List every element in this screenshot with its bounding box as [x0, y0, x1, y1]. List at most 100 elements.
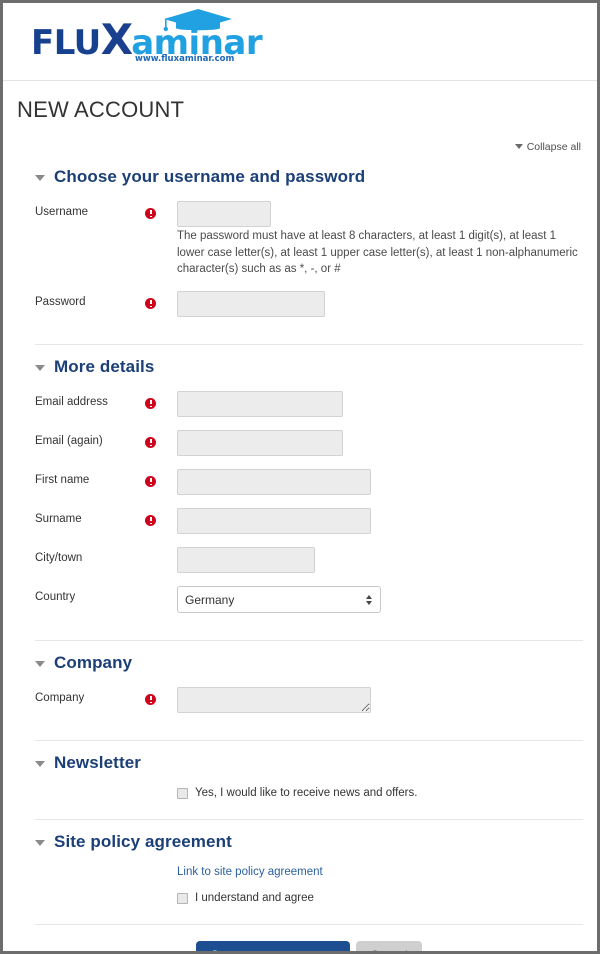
- email-required-marker: [145, 391, 177, 413]
- section-newsletter-title: Newsletter: [54, 753, 141, 773]
- field-row-email: Email address: [35, 391, 583, 418]
- newsletter-checkbox-label[interactable]: Yes, I would like to receive news and of…: [195, 787, 417, 799]
- email-again-required-marker: [145, 430, 177, 452]
- section-site-policy-title: Site policy agreement: [54, 832, 232, 852]
- logo-text-flu: FLU: [31, 23, 101, 63]
- section-more-details-title: More details: [54, 357, 155, 377]
- graduation-cap-icon: [163, 9, 232, 32]
- site-policy-checkbox-label[interactable]: I understand and agree: [195, 892, 314, 904]
- password-label: Password: [35, 296, 86, 309]
- required-icon: [145, 398, 156, 410]
- section-credentials-title: Choose your username and password: [54, 167, 366, 186]
- country-label: Country: [35, 591, 76, 604]
- username-input[interactable]: [177, 201, 271, 227]
- email-again-label: Email (again): [35, 435, 103, 448]
- company-control: [177, 687, 583, 714]
- site-policy-checkbox[interactable]: [177, 892, 188, 904]
- section-credentials: Choose your username and password Userna…: [35, 155, 583, 344]
- section-site-policy-header[interactable]: Site policy agreement: [35, 820, 583, 856]
- browser-page: FLUXaminar www.fluxaminar.com NEW ACCOUN…: [0, 0, 600, 954]
- collapse-all-label: Collapse all: [526, 141, 581, 153]
- section-credentials-header[interactable]: Choose your username and password: [35, 155, 583, 191]
- section-company-body: Company: [35, 677, 583, 740]
- email-label: Email address: [35, 396, 108, 409]
- section-newsletter: Newsletter Yes, I would like to receive …: [35, 740, 583, 819]
- collapse-all-link[interactable]: Collapse all: [514, 141, 581, 153]
- section-newsletter-header[interactable]: Newsletter: [35, 741, 583, 777]
- first-name-label: First name: [35, 474, 90, 487]
- country-select[interactable]: Germany: [177, 586, 381, 614]
- site-logo[interactable]: FLUXaminar www.fluxaminar.com: [31, 9, 263, 71]
- username-control: The password must have at least 8 charac…: [177, 201, 583, 278]
- email-control: [177, 391, 583, 418]
- site-header: FLUXaminar www.fluxaminar.com: [3, 3, 597, 81]
- section-newsletter-body: Yes, I would like to receive news and of…: [35, 777, 583, 819]
- section-company: Company Company: [35, 640, 583, 740]
- required-icon: [145, 694, 156, 706]
- section-company-title: Company: [54, 653, 133, 673]
- chevron-down-icon: [35, 761, 45, 768]
- page-title: NEW ACCOUNT: [17, 97, 185, 122]
- email-again-control: [177, 430, 583, 457]
- country-control: Germany: [177, 586, 583, 614]
- field-row-username: Username The password must have at least…: [35, 201, 583, 278]
- required-icon: [145, 437, 156, 449]
- collapse-all-row: Collapse all: [3, 123, 597, 155]
- signup-form: Choose your username and password Userna…: [3, 155, 597, 924]
- section-more-details-body: Email address Email (again) First name S…: [35, 381, 583, 640]
- field-row-city: City/town: [35, 547, 583, 574]
- site-policy-link[interactable]: Link to site policy agreement: [35, 866, 583, 878]
- section-company-header[interactable]: Company: [35, 641, 583, 677]
- logo-text-x: X: [100, 15, 133, 64]
- site-policy-checkbox-row: I understand and agree: [35, 892, 583, 904]
- logo-url: www.fluxaminar.com: [135, 54, 235, 64]
- first-name-input[interactable]: [177, 469, 371, 496]
- password-required-marker: [145, 291, 177, 313]
- company-label: Company: [35, 692, 85, 705]
- surname-input[interactable]: [177, 508, 371, 535]
- required-icon: [145, 298, 156, 310]
- surname-control: [177, 508, 583, 535]
- company-input[interactable]: [177, 687, 371, 714]
- required-icon: [145, 208, 156, 220]
- city-input[interactable]: [177, 547, 315, 574]
- surname-required-marker: [145, 508, 177, 530]
- required-icon: [145, 515, 156, 527]
- city-label: City/town: [35, 552, 83, 565]
- create-account-button[interactable]: Create my new account: [196, 941, 351, 951]
- company-required-marker: [145, 687, 177, 709]
- field-row-surname: Surname: [35, 508, 583, 535]
- chevron-down-icon: [35, 365, 45, 372]
- password-help-text: The password must have at least 8 charac…: [177, 230, 578, 276]
- field-row-password: Password: [35, 291, 583, 318]
- chevron-down-icon: [35, 175, 45, 181]
- country-required-marker: [145, 586, 177, 590]
- chevron-down-icon: [35, 661, 45, 668]
- chevron-down-icon: [35, 840, 45, 847]
- first-name-required-marker: [145, 469, 177, 491]
- surname-label: Surname: [35, 513, 82, 526]
- city-control: [177, 547, 583, 574]
- username-required-marker: [145, 201, 177, 223]
- page-content: FLUXaminar www.fluxaminar.com NEW ACCOUN…: [3, 3, 597, 951]
- password-control: [177, 291, 583, 318]
- first-name-control: [177, 469, 583, 496]
- field-row-first-name: First name: [35, 469, 583, 496]
- password-input[interactable]: [177, 291, 325, 318]
- field-row-country: Country Germany: [35, 586, 583, 614]
- username-label: Username: [35, 206, 89, 218]
- email-input[interactable]: [177, 391, 343, 418]
- newsletter-checkbox[interactable]: [177, 787, 188, 799]
- country-select-wrapper: Germany: [177, 586, 381, 614]
- section-credentials-body: Username The password must have at least…: [35, 191, 583, 344]
- newsletter-checkbox-row: Yes, I would like to receive news and of…: [35, 787, 583, 799]
- required-icon: [145, 476, 156, 488]
- city-required-marker: [145, 547, 177, 551]
- section-more-details-header[interactable]: More details: [35, 345, 583, 381]
- form-actions: Create my new account Cancel: [35, 924, 583, 951]
- cancel-button[interactable]: Cancel: [356, 941, 422, 951]
- email-again-input[interactable]: [177, 430, 343, 457]
- section-site-policy: Site policy agreement Link to site polic…: [35, 819, 583, 924]
- section-site-policy-body: Link to site policy agreement I understa…: [35, 856, 583, 924]
- field-row-email-again: Email (again): [35, 430, 583, 457]
